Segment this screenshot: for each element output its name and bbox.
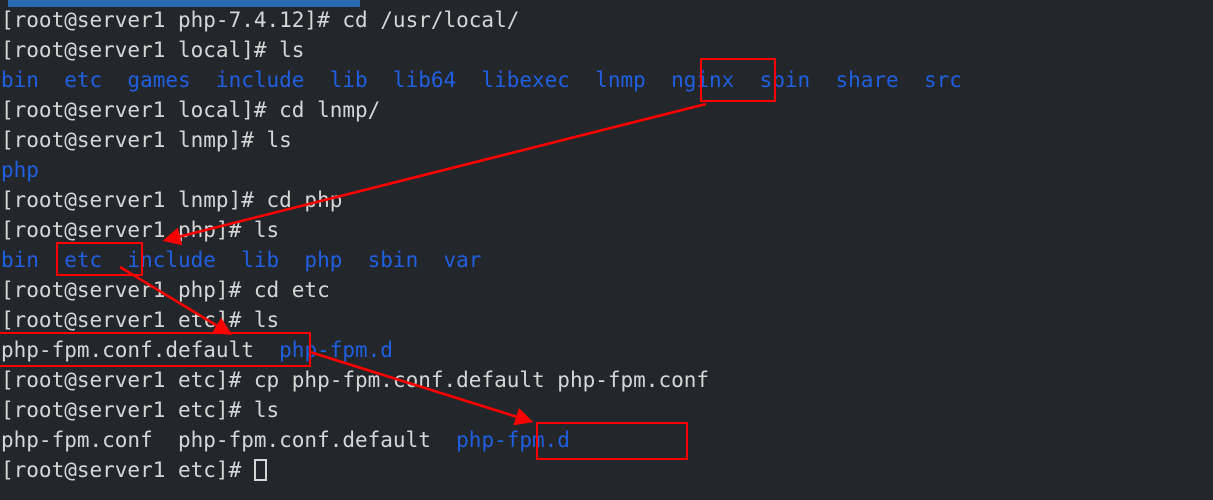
- terminal-line: [root@server1 local]# cd lnmp/: [0, 95, 1213, 125]
- terminal-window: [root@server1 php-7.4.12]# cd /usr/local…: [0, 0, 1213, 500]
- terminal-line: [root@server1 php]# ls: [0, 215, 1213, 245]
- command-line-text: [root@server1 lnmp]# ls: [1, 128, 292, 152]
- terminal-line[interactable]: [root@server1 etc]#: [0, 455, 1213, 485]
- terminal-cursor: [253, 459, 267, 481]
- terminal-output: [root@server1 php-7.4.12]# cd /usr/local…: [0, 5, 1213, 485]
- command-line-text: [root@server1 local]# ls: [1, 38, 305, 62]
- terminal-line: php: [0, 155, 1213, 185]
- terminal-line: php-fpm.conf php-fpm.conf.default php-fp…: [0, 425, 1213, 455]
- command-line-text: [root@server1 local]# cd lnmp/: [1, 98, 381, 122]
- command-line-text: [root@server1 php-7.4.12]# cd /usr/local…: [1, 8, 520, 32]
- terminal-line: [root@server1 php]# cd etc: [0, 275, 1213, 305]
- command-line-text: [root@server1 php]# cd etc: [1, 278, 330, 302]
- terminal-line: [root@server1 lnmp]# ls: [0, 125, 1213, 155]
- terminal-line: bin etc games include lib lib64 libexec …: [0, 65, 1213, 95]
- ls-directory-list: bin etc include lib php sbin var: [1, 248, 482, 272]
- command-line-text: [root@server1 etc]# ls: [1, 398, 280, 422]
- ls-file-name: php-fpm.conf php-fpm.conf.default: [1, 428, 457, 452]
- command-line-text: [root@server1 etc]# ls: [1, 308, 280, 332]
- prompt-text: [root@server1 etc]#: [1, 458, 254, 482]
- terminal-line: bin etc include lib php sbin var: [0, 245, 1213, 275]
- terminal-line: [root@server1 local]# ls: [0, 35, 1213, 65]
- command-line-text: [root@server1 etc]# cp php-fpm.conf.defa…: [1, 368, 710, 392]
- terminal-line: [root@server1 php-7.4.12]# cd /usr/local…: [0, 5, 1213, 35]
- command-line-text: [root@server1 php]# ls: [1, 218, 280, 242]
- terminal-line: [root@server1 etc]# ls: [0, 305, 1213, 335]
- terminal-line: php-fpm.conf.default php-fpm.d: [0, 335, 1213, 365]
- ls-directory-name: php-fpm.d: [456, 428, 570, 452]
- terminal-line: [root@server1 etc]# cp php-fpm.conf.defa…: [0, 365, 1213, 395]
- command-line-text: [root@server1 lnmp]# cd php: [1, 188, 343, 212]
- terminal-line: [root@server1 etc]# ls: [0, 395, 1213, 425]
- ls-file-name: php-fpm.conf.default: [1, 338, 254, 362]
- terminal-line: [root@server1 lnmp]# cd php: [0, 185, 1213, 215]
- ls-directory-list: php: [1, 158, 39, 182]
- ls-directory-name: php-fpm.d: [253, 338, 393, 362]
- ls-directory-list: bin etc games include lib lib64 libexec …: [1, 68, 962, 92]
